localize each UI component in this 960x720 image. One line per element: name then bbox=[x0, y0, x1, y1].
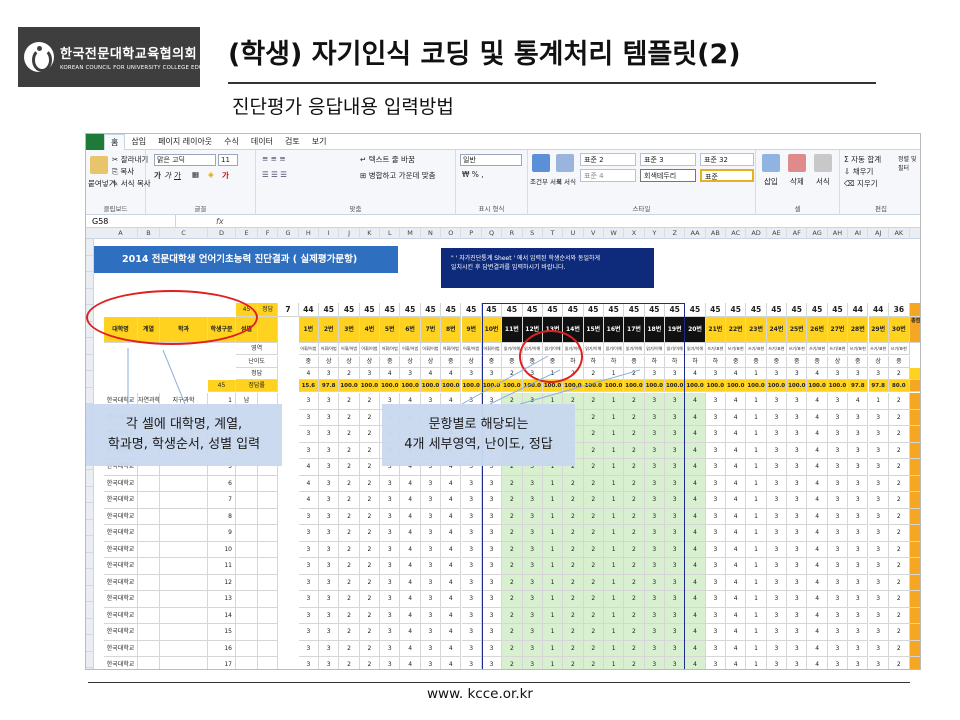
arrow-line bbox=[489, 369, 561, 405]
callout-left: 각 셀에 대학명, 계열, 학과명, 학생순서, 성별 입력 bbox=[86, 404, 282, 466]
arrow-layer bbox=[127, 348, 641, 405]
callout-right: 문항별로 해당되는 4개 세부영역, 난이도, 정답 bbox=[382, 404, 575, 466]
footer-url: www. kcce.or.kr bbox=[427, 686, 533, 702]
arrow-line bbox=[162, 349, 186, 405]
footer-line bbox=[88, 682, 910, 683]
callout-right-line2: 4개 세부영역, 난이도, 정답 bbox=[404, 437, 553, 452]
arrow-line bbox=[519, 369, 641, 405]
callout-left-line1: 각 셀에 대학명, 계열, bbox=[125, 417, 243, 432]
callout-left-line2: 학과명, 학생순서, 성별 입력 bbox=[107, 437, 261, 452]
callout-right-line1: 문항별로 해당되는 bbox=[428, 417, 529, 432]
